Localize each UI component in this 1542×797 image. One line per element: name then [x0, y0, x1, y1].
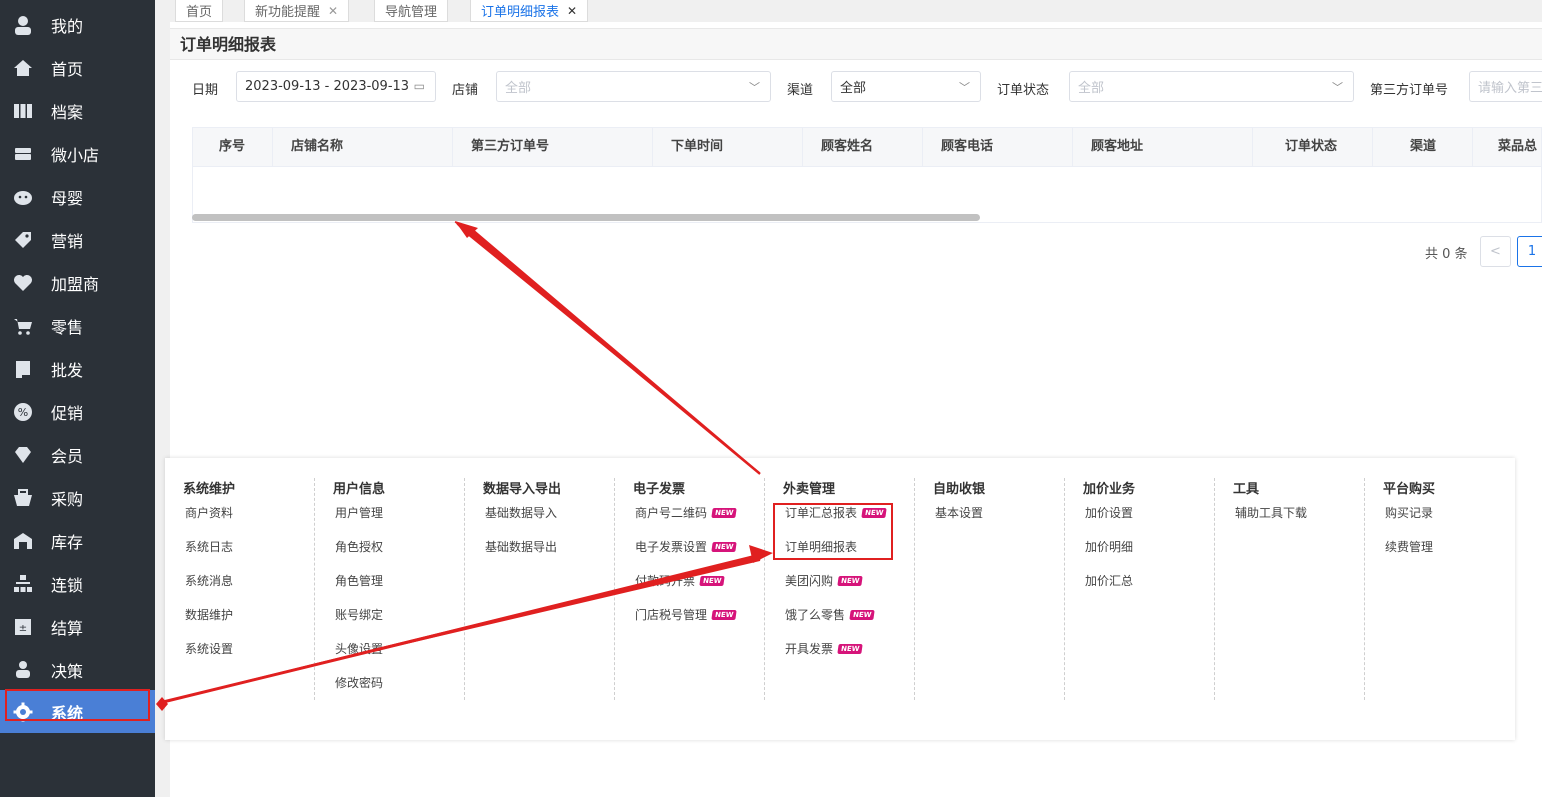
annotation-arrow-line [461, 226, 761, 475]
annotation-diamond [156, 697, 168, 711]
annotation-arrow-line [162, 554, 761, 704]
annotation-arrow-head [749, 545, 773, 563]
annotation-arrows [156, 221, 773, 711]
